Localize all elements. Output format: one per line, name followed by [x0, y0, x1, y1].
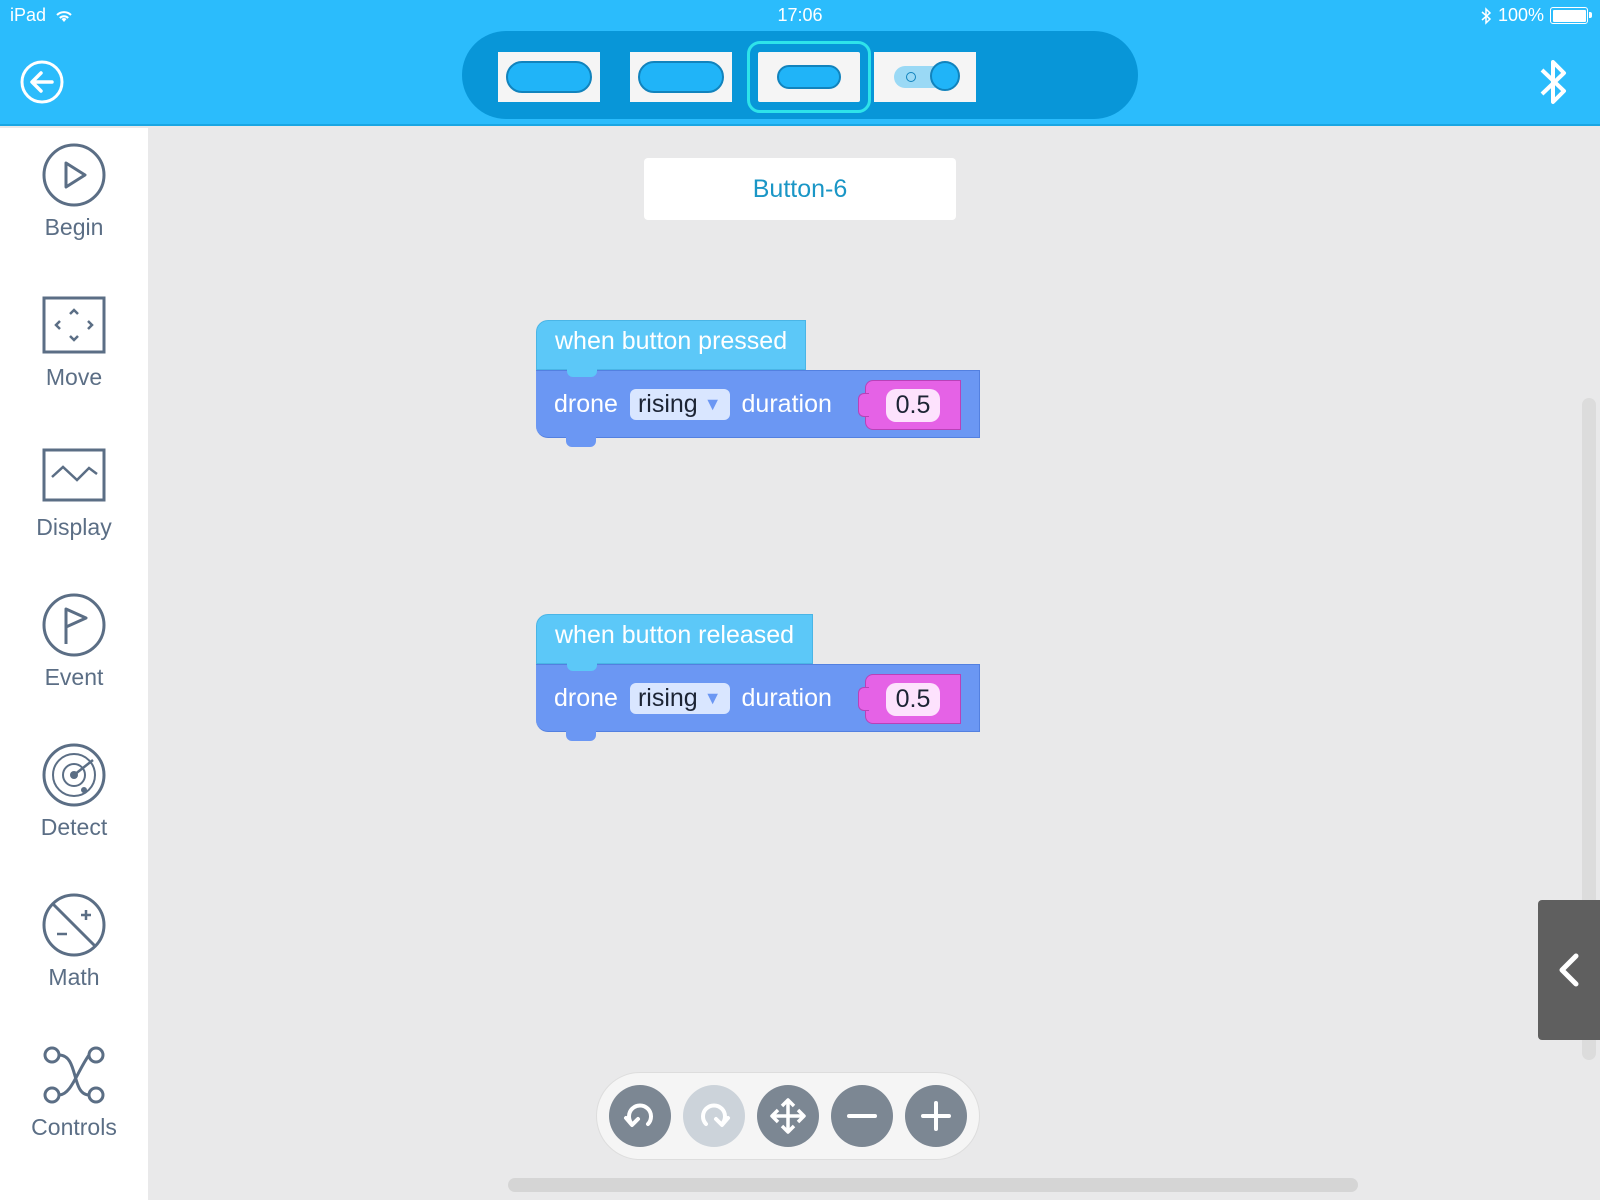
drone-command-block[interactable]: drone rising ▼ duration 0.5 — [536, 370, 980, 447]
zoom-out-button[interactable] — [831, 1085, 893, 1147]
pan-button[interactable] — [757, 1085, 819, 1147]
hat-label: when button released — [555, 621, 795, 649]
hat-label: when button pressed — [555, 327, 788, 355]
widget-button-1[interactable] — [498, 52, 600, 102]
redo-button[interactable] — [683, 1085, 745, 1147]
widget-button-2[interactable] — [630, 52, 732, 102]
undo-icon — [624, 1103, 653, 1127]
display-wave-icon — [42, 448, 106, 502]
code-workspace[interactable]: Button-6 when button pressed drone risin… — [148, 128, 1600, 1200]
battery-percent: 100% — [1497, 5, 1544, 25]
widget-button-3-selected[interactable] — [747, 41, 871, 113]
category-begin[interactable]: Begin — [0, 128, 148, 268]
back-arrow-icon — [20, 60, 64, 104]
dropdown-value: rising — [637, 389, 698, 418]
dropdown-arrow-icon: ▼ — [703, 393, 722, 414]
category-move[interactable]: Move — [0, 278, 148, 418]
category-label: Math — [48, 964, 100, 990]
category-label: Begin — [44, 214, 104, 240]
event-block-pressed[interactable]: when button pressed drone rising ▼ durat… — [536, 320, 980, 447]
category-label: Controls — [31, 1114, 117, 1140]
category-event[interactable]: Event — [0, 578, 148, 718]
math-circle-icon — [42, 893, 106, 957]
back-button[interactable] — [18, 58, 66, 106]
direction-dropdown[interactable]: rising ▼ — [629, 388, 730, 420]
category-detect[interactable]: Detect — [0, 728, 148, 868]
flag-circle-icon — [42, 593, 106, 657]
number-block[interactable]: 0.5 — [858, 380, 961, 430]
radar-icon — [42, 743, 106, 807]
category-display[interactable]: Display — [0, 428, 148, 568]
undo-button[interactable] — [609, 1085, 671, 1147]
category-label: Detect — [40, 814, 108, 840]
widget-switch[interactable] — [874, 52, 976, 102]
top-bar: iPad 17:06 100% — [0, 0, 1600, 126]
category-label: Event — [44, 664, 104, 690]
duration-value[interactable]: 0.5 — [885, 388, 941, 422]
zoom-in-button[interactable] — [905, 1085, 967, 1147]
category-math[interactable]: Math — [0, 878, 148, 1018]
hat-block[interactable]: when button pressed — [536, 320, 807, 377]
hat-block[interactable]: when button released — [536, 614, 814, 671]
command-label: drone — [554, 389, 618, 418]
status-bar: iPad 17:06 100% — [0, 0, 1600, 30]
category-label: Display — [36, 514, 112, 540]
dropdown-arrow-icon: ▼ — [703, 687, 722, 708]
redo-icon — [701, 1103, 730, 1127]
bluetooth-button[interactable] — [1534, 56, 1574, 108]
event-block-released[interactable]: when button released drone rising ▼ dura… — [536, 614, 980, 741]
widget-selector — [462, 31, 1138, 119]
clock: 17:06 — [777, 5, 823, 25]
widget-title[interactable]: Button-6 — [644, 158, 956, 220]
move-frame-icon — [42, 296, 106, 354]
param-label: duration — [741, 389, 832, 418]
param-label: duration — [741, 683, 832, 712]
controls-nodes-icon — [43, 1046, 105, 1104]
zoom-out-icon — [847, 1114, 877, 1118]
battery-icon — [1550, 7, 1592, 24]
category-sidebar: Begin Move Display Event Detect Math Con… — [0, 128, 148, 1200]
play-circle-icon — [42, 143, 106, 207]
duration-value[interactable]: 0.5 — [885, 682, 941, 716]
workspace-toolbar — [596, 1072, 980, 1160]
direction-dropdown[interactable]: rising ▼ — [629, 682, 730, 714]
bluetooth-status-icon — [1481, 6, 1492, 25]
drone-command-block[interactable]: drone rising ▼ duration 0.5 — [536, 664, 980, 741]
collapse-drawer-button[interactable] — [1538, 900, 1600, 1040]
category-controls[interactable]: Controls — [0, 1028, 148, 1168]
number-block[interactable]: 0.5 — [858, 674, 961, 724]
command-label: drone — [554, 683, 618, 712]
horizontal-scrollbar[interactable] — [508, 1178, 1358, 1192]
switch-icon — [894, 61, 960, 91]
zoom-in-icon — [921, 1101, 951, 1131]
chevron-left-icon — [1559, 953, 1579, 987]
move-icon — [770, 1098, 806, 1134]
category-label: Move — [45, 364, 103, 390]
bluetooth-icon — [1540, 60, 1566, 104]
dropdown-value: rising — [637, 683, 698, 712]
